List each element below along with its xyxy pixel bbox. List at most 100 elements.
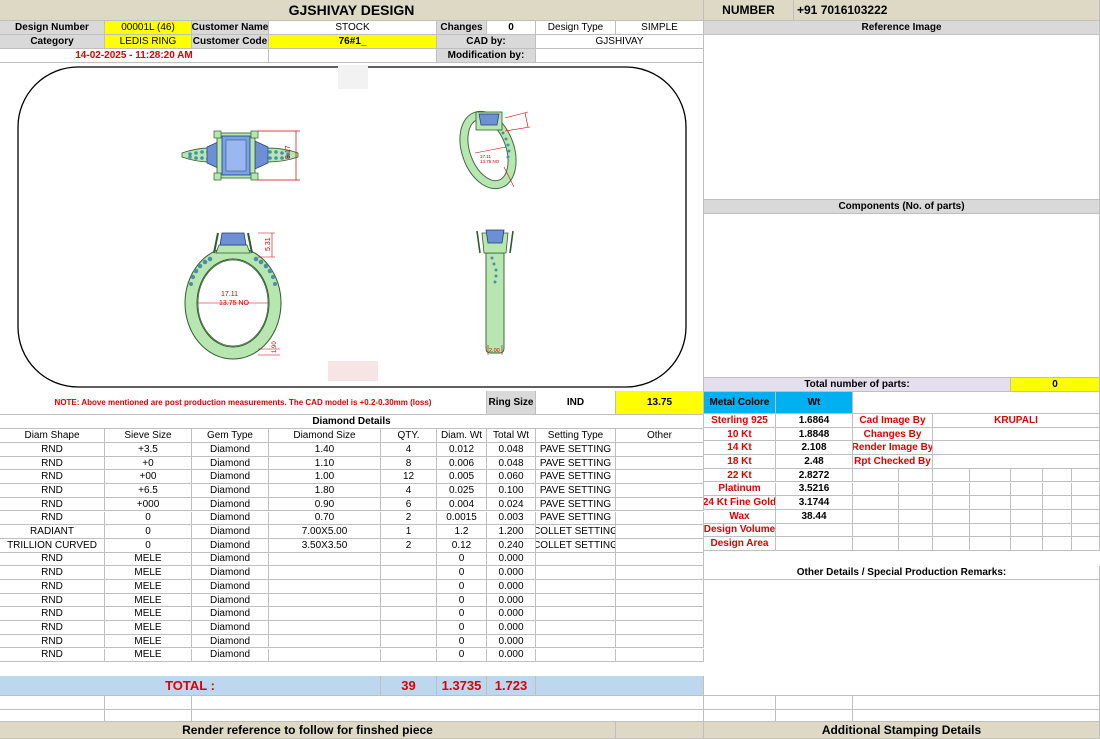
diamond-cell-qty[interactable] bbox=[381, 566, 437, 580]
diamond-cell-gem-type[interactable]: Diamond bbox=[192, 538, 269, 553]
diamond-cell-other[interactable] bbox=[616, 538, 704, 553]
diamond-cell-gem-type[interactable]: Diamond bbox=[192, 456, 269, 471]
diamond-cell-sieve-size[interactable]: MELE bbox=[105, 593, 192, 608]
diamond-cell-diam-shape[interactable]: RND bbox=[0, 607, 105, 622]
diamond-cell-diamond-size[interactable]: 1.00 bbox=[269, 470, 381, 485]
diamond-cell-sieve-size[interactable]: +00 bbox=[105, 470, 192, 485]
diamond-cell-qty[interactable] bbox=[381, 593, 437, 608]
diamond-cell-total-wt[interactable]: 0.060 bbox=[487, 470, 536, 485]
diamond-cell-diamond-size[interactable] bbox=[269, 648, 381, 663]
diamond-cell-diam-shape[interactable]: RND bbox=[0, 621, 105, 635]
customer-code-value[interactable]: 76#1_ bbox=[269, 35, 437, 49]
metal-wt[interactable]: 1.8848 bbox=[776, 427, 853, 442]
diamond-cell-setting-type[interactable]: COLLET SETTING bbox=[536, 538, 616, 553]
diamond-cell-total-wt[interactable]: 0.048 bbox=[487, 443, 536, 457]
diamond-cell-gem-type[interactable]: Diamond bbox=[192, 525, 269, 539]
diamond-cell-total-wt[interactable]: 0.000 bbox=[487, 593, 536, 608]
diamond-cell-qty[interactable]: 12 bbox=[381, 470, 437, 485]
diamond-cell-total-wt[interactable]: 1.200 bbox=[487, 525, 536, 539]
diamond-cell-setting-type[interactable] bbox=[536, 580, 616, 594]
diamond-cell-diam-wt[interactable]: 0.12 bbox=[437, 538, 487, 553]
diamond-cell-other[interactable] bbox=[616, 497, 704, 512]
metal-wt[interactable]: 2.8272 bbox=[776, 468, 853, 483]
metal-wt[interactable]: 1.6864 bbox=[776, 414, 853, 428]
diamond-cell-setting-type[interactable]: PAVE SETTING bbox=[536, 470, 616, 485]
diamond-cell-diam-wt[interactable]: 0 bbox=[437, 593, 487, 608]
customer-name-value[interactable]: STOCK bbox=[269, 21, 437, 35]
diamond-cell-sieve-size[interactable]: +6.5 bbox=[105, 484, 192, 498]
diamond-cell-setting-type[interactable]: COLLET SETTING bbox=[536, 525, 616, 539]
diamond-cell-sieve-size[interactable]: 0 bbox=[105, 525, 192, 539]
diamond-cell-sieve-size[interactable]: MELE bbox=[105, 607, 192, 622]
diamond-cell-gem-type[interactable]: Diamond bbox=[192, 566, 269, 580]
diamond-cell-total-wt[interactable]: 0.100 bbox=[487, 484, 536, 498]
diamond-cell-diamond-size[interactable] bbox=[269, 580, 381, 594]
ring-size-value[interactable]: 13.75 bbox=[616, 391, 704, 415]
diamond-cell-other[interactable] bbox=[616, 525, 704, 539]
diamond-cell-diam-wt[interactable]: 0.012 bbox=[437, 443, 487, 457]
diamond-cell-gem-type[interactable]: Diamond bbox=[192, 484, 269, 498]
diamond-cell-sieve-size[interactable]: MELE bbox=[105, 552, 192, 567]
diamond-cell-diam-shape[interactable]: RND bbox=[0, 634, 105, 649]
diamond-cell-diam-shape[interactable]: RADIANT bbox=[0, 525, 105, 539]
diamond-cell-total-wt[interactable]: 0.000 bbox=[487, 566, 536, 580]
credit-value[interactable] bbox=[933, 441, 1100, 456]
diamond-cell-qty[interactable] bbox=[381, 552, 437, 567]
credit-value[interactable] bbox=[933, 427, 1100, 442]
diamond-cell-qty[interactable] bbox=[381, 621, 437, 635]
diamond-cell-gem-type[interactable]: Diamond bbox=[192, 634, 269, 649]
diamond-cell-qty[interactable]: 2 bbox=[381, 538, 437, 553]
diamond-cell-setting-type[interactable] bbox=[536, 607, 616, 622]
diamond-cell-diam-shape[interactable]: RND bbox=[0, 552, 105, 567]
diamond-cell-gem-type[interactable]: Diamond bbox=[192, 443, 269, 457]
diamond-cell-diamond-size[interactable]: 7.00X5.00 bbox=[269, 525, 381, 539]
diamond-cell-gem-type[interactable]: Diamond bbox=[192, 511, 269, 526]
diamond-cell-setting-type[interactable]: PAVE SETTING bbox=[536, 497, 616, 512]
diamond-cell-diam-shape[interactable]: RND bbox=[0, 566, 105, 580]
diamond-cell-setting-type[interactable] bbox=[536, 634, 616, 649]
metal-wt[interactable]: 3.5216 bbox=[776, 482, 853, 497]
diamond-cell-total-wt[interactable]: 0.000 bbox=[487, 621, 536, 635]
diamond-cell-total-wt[interactable]: 0.048 bbox=[487, 456, 536, 471]
diamond-cell-gem-type[interactable]: Diamond bbox=[192, 648, 269, 663]
metal-wt[interactable]: 3.1744 bbox=[776, 496, 853, 510]
diamond-cell-diam-wt[interactable]: 0.025 bbox=[437, 484, 487, 498]
diamond-cell-total-wt[interactable]: 0.003 bbox=[487, 511, 536, 526]
diamond-cell-qty[interactable]: 4 bbox=[381, 484, 437, 498]
diamond-cell-setting-type[interactable]: PAVE SETTING bbox=[536, 484, 616, 498]
diamond-cell-setting-type[interactable]: PAVE SETTING bbox=[536, 511, 616, 526]
diamond-cell-diam-wt[interactable]: 0 bbox=[437, 621, 487, 635]
diamond-cell-diam-shape[interactable]: RND bbox=[0, 484, 105, 498]
diamond-cell-other[interactable] bbox=[616, 552, 704, 567]
diamond-cell-diamond-size[interactable]: 0.70 bbox=[269, 511, 381, 526]
diamond-cell-diam-shape[interactable]: RND bbox=[0, 648, 105, 663]
diamond-cell-setting-type[interactable] bbox=[536, 566, 616, 580]
diamond-cell-sieve-size[interactable]: MELE bbox=[105, 566, 192, 580]
diamond-cell-other[interactable] bbox=[616, 484, 704, 498]
diamond-cell-diam-wt[interactable]: 0.005 bbox=[437, 470, 487, 485]
diamond-cell-diam-shape[interactable]: RND bbox=[0, 593, 105, 608]
diamond-cell-diam-shape[interactable]: RND bbox=[0, 580, 105, 594]
diamond-cell-setting-type[interactable] bbox=[536, 621, 616, 635]
ring-size-country[interactable]: IND bbox=[536, 391, 616, 415]
diamond-cell-diam-wt[interactable]: 0.006 bbox=[437, 456, 487, 471]
diamond-cell-sieve-size[interactable]: MELE bbox=[105, 580, 192, 594]
diamond-cell-qty[interactable]: 6 bbox=[381, 497, 437, 512]
design-type-value[interactable]: SIMPLE bbox=[616, 21, 704, 35]
credit-value[interactable]: KRUPALI bbox=[933, 414, 1100, 428]
diamond-cell-diam-wt[interactable]: 0 bbox=[437, 580, 487, 594]
diamond-cell-gem-type[interactable]: Diamond bbox=[192, 552, 269, 567]
diamond-cell-diam-shape[interactable]: RND bbox=[0, 456, 105, 471]
diamond-cell-total-wt[interactable]: 0.024 bbox=[487, 497, 536, 512]
diamond-cell-total-wt[interactable]: 0.000 bbox=[487, 634, 536, 649]
design-number-value[interactable]: 00001L (46) bbox=[105, 21, 192, 35]
diamond-cell-other[interactable] bbox=[616, 443, 704, 457]
diamond-cell-total-wt[interactable]: 0.000 bbox=[487, 648, 536, 663]
diamond-cell-gem-type[interactable]: Diamond bbox=[192, 621, 269, 635]
diamond-cell-setting-type[interactable]: PAVE SETTING bbox=[536, 456, 616, 471]
diamond-cell-sieve-size[interactable]: MELE bbox=[105, 634, 192, 649]
diamond-cell-other[interactable] bbox=[616, 607, 704, 622]
diamond-cell-diamond-size[interactable] bbox=[269, 593, 381, 608]
diamond-cell-diam-wt[interactable]: 0 bbox=[437, 566, 487, 580]
diamond-cell-sieve-size[interactable]: MELE bbox=[105, 621, 192, 635]
